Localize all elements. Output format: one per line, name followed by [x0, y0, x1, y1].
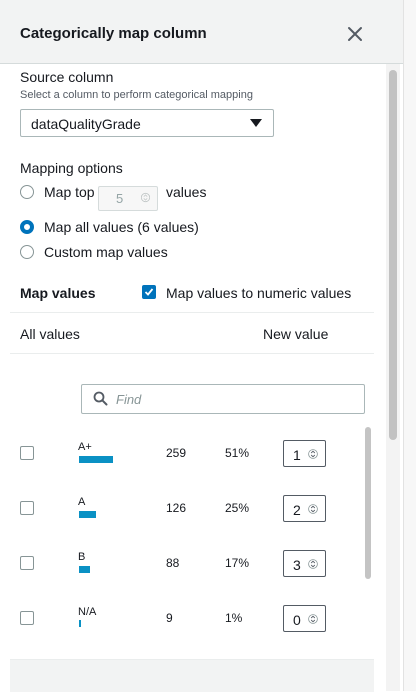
map-top-suffix: values — [166, 184, 207, 200]
category-label: B — [78, 551, 86, 563]
stepper-arrows-icon — [141, 192, 150, 203]
value-count: 9 — [166, 611, 173, 625]
category-label: N/A — [78, 606, 97, 618]
close-icon — [348, 27, 362, 41]
checkmark-icon — [144, 288, 154, 296]
row-checkbox[interactable] — [20, 556, 34, 570]
stepper-arrows-icon[interactable] — [308, 503, 318, 515]
radio-map-all[interactable] — [20, 220, 34, 234]
value-count: 259 — [166, 446, 187, 460]
stepper-arrows-icon[interactable] — [308, 613, 318, 625]
all-values-column-header: All values — [20, 326, 80, 342]
map-values-heading: Map values — [20, 285, 96, 301]
new-value-input[interactable]: 2 — [283, 495, 326, 522]
panel-scrollbar[interactable] — [389, 70, 397, 440]
custom-map-label: Custom map values — [44, 244, 168, 260]
new-value: 1 — [293, 447, 301, 463]
divider — [10, 312, 374, 313]
new-value: 3 — [293, 557, 301, 573]
search-placeholder: Find — [116, 392, 142, 407]
close-button[interactable] — [344, 23, 366, 45]
new-value-input[interactable]: 0 — [283, 605, 326, 632]
map-top-value: 5 — [116, 191, 124, 206]
search-icon — [93, 391, 108, 406]
divider — [10, 353, 374, 354]
find-search-input[interactable]: Find — [81, 384, 365, 414]
source-column-select[interactable]: dataQualityGrade — [20, 109, 274, 137]
value-count: 88 — [166, 556, 180, 570]
value-percent: 25% — [225, 501, 250, 515]
source-column-description: Select a column to perform categorical m… — [20, 89, 253, 101]
category-label: A — [78, 496, 86, 508]
source-column-value: dataQualityGrade — [31, 116, 141, 132]
window-edge — [403, 0, 416, 691]
mapping-options-label: Mapping options — [20, 160, 123, 176]
new-value-input[interactable]: 3 — [283, 550, 326, 577]
numeric-values-label: Map values to numeric values — [166, 285, 352, 301]
distribution-bar — [79, 566, 90, 573]
map-top-label: Map top — [44, 184, 95, 200]
category-label: A+ — [78, 441, 92, 453]
stepper-arrows-icon[interactable] — [308, 558, 318, 570]
list-scrollbar[interactable] — [365, 427, 371, 579]
stepper-arrows-icon[interactable] — [308, 448, 318, 460]
radio-custom-map[interactable] — [20, 245, 34, 259]
new-value: 0 — [293, 612, 301, 628]
row-checkbox[interactable] — [20, 446, 34, 460]
new-value-column-header: New value — [263, 326, 329, 342]
new-value-input[interactable]: 1 — [283, 440, 326, 467]
map-top-stepper: 5 — [98, 186, 158, 211]
categorical-map-panel: Categorically map column Source column S… — [0, 0, 404, 692]
panel-header: Categorically map column — [0, 0, 403, 64]
distribution-bar — [79, 511, 96, 518]
panel-content: Source column Select a column to perform… — [0, 64, 384, 691]
caret-down-icon — [250, 119, 262, 127]
row-checkbox[interactable] — [20, 501, 34, 515]
panel-title: Categorically map column — [20, 25, 207, 42]
value-percent: 1% — [225, 611, 243, 625]
value-count: 126 — [166, 501, 187, 515]
distribution-bar — [79, 620, 81, 627]
radio-map-top[interactable] — [20, 185, 34, 199]
row-checkbox[interactable] — [20, 611, 34, 625]
list-footer — [10, 659, 374, 692]
numeric-values-checkbox[interactable] — [142, 285, 156, 299]
distribution-bar — [79, 456, 113, 463]
value-percent: 17% — [225, 556, 250, 570]
value-percent: 51% — [225, 446, 250, 460]
map-all-label: Map all values (6 values) — [44, 219, 199, 235]
source-column-label: Source column — [20, 69, 114, 85]
new-value: 2 — [293, 502, 301, 518]
